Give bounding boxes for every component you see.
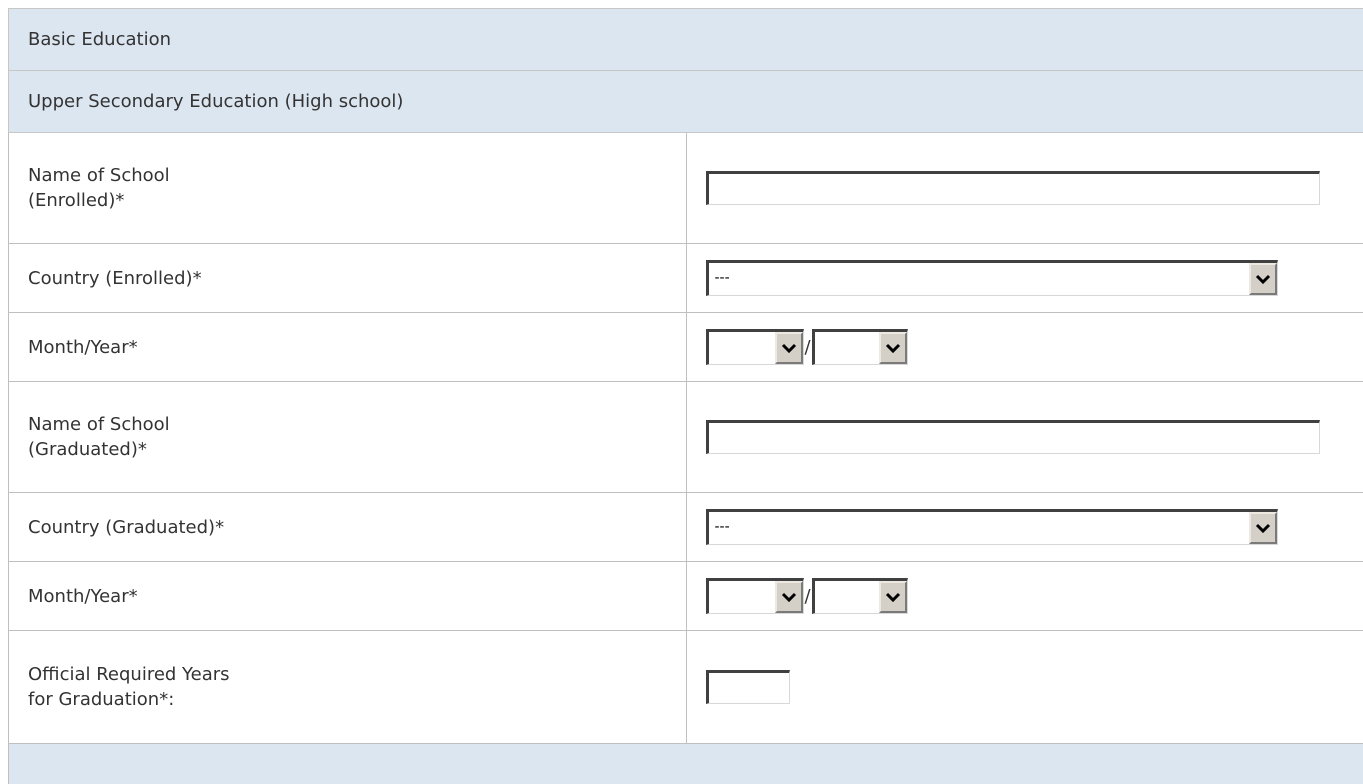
label-line: Name of School — [28, 165, 170, 186]
required-years-label: Official Required Years for Graduation*: — [9, 631, 687, 744]
date-graduated-label: Month/Year* — [9, 562, 687, 631]
date-separator: / — [805, 337, 811, 358]
label-line: for Graduation*: — [28, 689, 174, 710]
subsection-header: Upper Secondary Education (High school) — [9, 71, 1363, 133]
country-graduated-select[interactable]: --- — [706, 509, 1278, 545]
chevron-down-icon[interactable] — [1249, 263, 1277, 295]
school-enrolled-label: Name of School (Enrolled)* — [9, 133, 687, 244]
month-enrolled-select[interactable] — [706, 329, 804, 365]
label-line: (Graduated)* — [28, 439, 147, 460]
subsection-title: Upper Secondary Education (High school) — [28, 91, 403, 112]
country-graduated-label: Country (Graduated)* — [9, 493, 687, 562]
label-line: Official Required Years — [28, 664, 230, 685]
select-value — [815, 581, 879, 613]
month-graduated-select[interactable] — [706, 578, 804, 614]
country-enrolled-label: Country (Enrolled)* — [9, 244, 687, 313]
select-value: --- — [709, 263, 1249, 295]
date-separator: / — [805, 586, 811, 607]
school-graduated-label: Name of School (Graduated)* — [9, 382, 687, 493]
chevron-down-icon[interactable] — [775, 581, 803, 613]
section-title: Basic Education — [28, 29, 171, 50]
year-graduated-select[interactable] — [812, 578, 908, 614]
next-section-header — [9, 744, 1363, 784]
chevron-down-icon[interactable] — [879, 581, 907, 613]
school-graduated-input[interactable] — [706, 420, 1320, 454]
chevron-down-icon[interactable] — [775, 332, 803, 364]
required-years-input[interactable] — [706, 670, 790, 704]
chevron-down-icon[interactable] — [1249, 512, 1277, 544]
select-value — [709, 581, 775, 613]
school-enrolled-input[interactable] — [706, 171, 1320, 205]
year-enrolled-select[interactable] — [812, 329, 908, 365]
label-line: Name of School — [28, 414, 170, 435]
select-value — [815, 332, 879, 364]
chevron-down-icon[interactable] — [879, 332, 907, 364]
section-header: Basic Education — [9, 9, 1363, 71]
select-value — [709, 332, 775, 364]
label-line: (Enrolled)* — [28, 190, 124, 211]
date-enrolled-label: Month/Year* — [9, 313, 687, 382]
select-value: --- — [709, 512, 1249, 544]
country-enrolled-select[interactable]: --- — [706, 260, 1278, 296]
